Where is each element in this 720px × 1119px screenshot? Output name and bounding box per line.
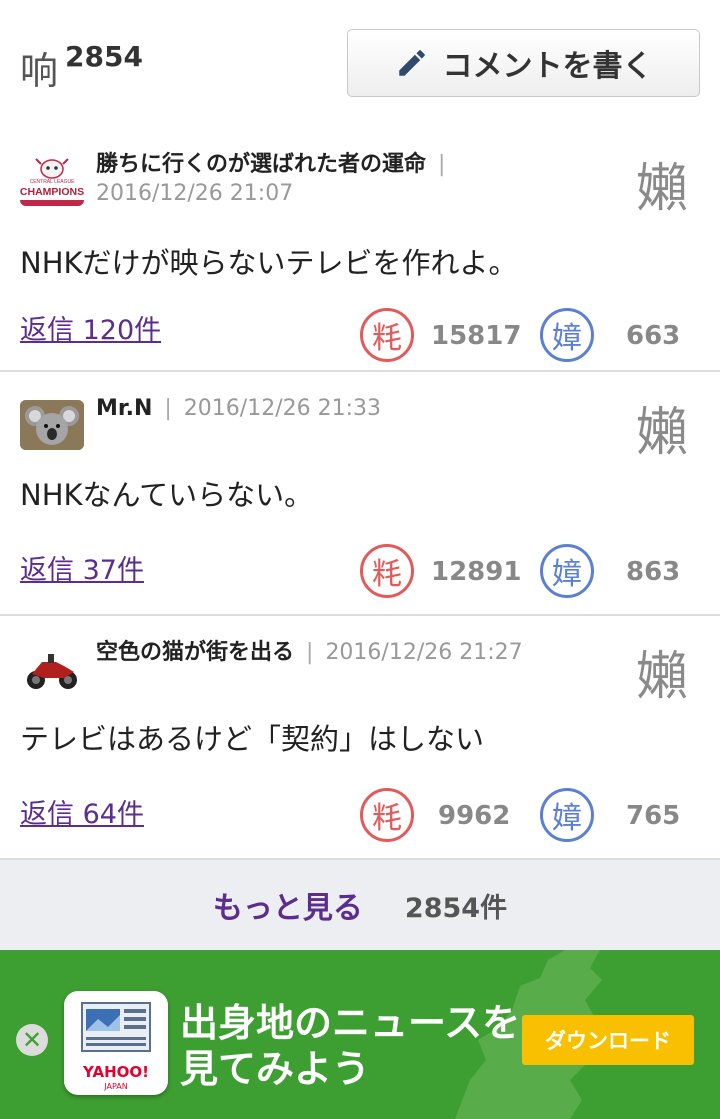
comment-meta: 空色の猫が街を出る | 2016/12/26 21:27 [96,638,620,667]
ad-headline-line2: 見てみよう [180,1047,371,1091]
comment-meta: 勝ちに行くのが選ばれた者の運命 | 2016/12/26 21:07 [96,150,620,208]
comment-text: NHKなんていらない。 [20,478,314,512]
more-comments-bar[interactable]: もっと見る 2854件 [0,860,720,950]
avatar[interactable] [20,400,84,450]
download-button[interactable]: ダウンロード [522,1015,694,1065]
report-icon[interactable]: 嬾 [636,390,688,465]
timestamp: 2016/12/26 21:33 [183,396,381,421]
comment-count: 2854 [65,40,143,73]
timestamp: 2016/12/26 21:07 [96,181,294,206]
ad-banner[interactable]: ✕ YAHOO! JAPAN 出身地のニュースを 見てみよう ダウンロード [0,950,720,1119]
dislike-button[interactable]: 嫜 [540,544,594,598]
write-comment-label: コメントを書く [442,49,653,84]
dislike-button[interactable]: 嫜 [540,788,594,842]
more-link[interactable]: もっと見る [213,883,363,927]
close-ad-button[interactable]: ✕ [16,1024,48,1056]
yahoo-logo-sub: JAPAN [104,1082,128,1091]
username[interactable]: Mr.N [96,396,152,421]
reply-link[interactable]: 返信 37件 [20,548,144,587]
comment-item: 空色の猫が街を出る | 2016/12/26 21:27 嬾 テレビはあるけど「契約… [0,616,720,860]
pencil-icon [398,50,425,76]
dislike-count: 765 [626,801,681,831]
dislike-count: 863 [626,557,681,587]
avatar-text: CHAMPIONS [20,186,84,198]
comment-count-label: 响 [20,49,59,93]
ad-headline: 出身地のニュースを 見てみよう [180,1000,520,1092]
reply-link[interactable]: 返信 120件 [20,308,161,347]
timestamp: 2016/12/26 21:27 [325,640,523,665]
comment-item: CENTRAL LEAGUE CHAMPIONS 勝ちに行くのが選ばれた者の運命… [0,128,720,372]
like-count: 12891 [431,557,522,587]
dislike-button[interactable]: 嫜 [540,308,594,362]
ad-headline-line1: 出身地のニュースを [180,1001,521,1045]
more-count: 2854件 [404,892,508,924]
comment-text: テレビはあるけど「契約」はしない [20,722,485,756]
write-comment-button[interactable]: コメントを書く [347,29,700,97]
like-button[interactable]: 粍 [360,788,414,842]
meta-separator: | [164,396,172,421]
yahoo-news-app-icon: YAHOO! JAPAN [64,991,168,1095]
avatar-sub-text: CENTRAL LEAGUE [30,179,75,185]
yahoo-logo: YAHOO! [83,1063,149,1081]
dislike-count: 663 [626,321,681,351]
like-button[interactable]: 粍 [360,308,414,362]
comment-item: Mr.N | 2016/12/26 21:33 嬾 NHKなんていらない。 返信 3… [0,372,720,616]
report-icon[interactable]: 嬾 [636,146,688,221]
like-button[interactable]: 粍 [360,544,414,598]
report-icon[interactable]: 嬾 [636,634,688,709]
comment-meta: Mr.N | 2016/12/26 21:33 [96,394,620,423]
meta-separator: | [306,640,314,665]
username[interactable]: 空色の猫が街を出る [96,640,294,665]
comments-header: 响 2854 コメントを書く [0,0,720,118]
username[interactable]: 勝ちに行くのが選ばれた者の運命 [96,152,426,177]
meta-separator: | [438,152,446,177]
avatar[interactable] [20,644,84,694]
like-count: 9962 [438,801,511,831]
comment-text: NHKだけが映らないテレビを作れよ。 [20,246,518,280]
like-count: 15817 [431,321,522,351]
avatar[interactable]: CENTRAL LEAGUE CHAMPIONS [20,156,84,206]
reply-link[interactable]: 返信 64件 [20,792,144,831]
